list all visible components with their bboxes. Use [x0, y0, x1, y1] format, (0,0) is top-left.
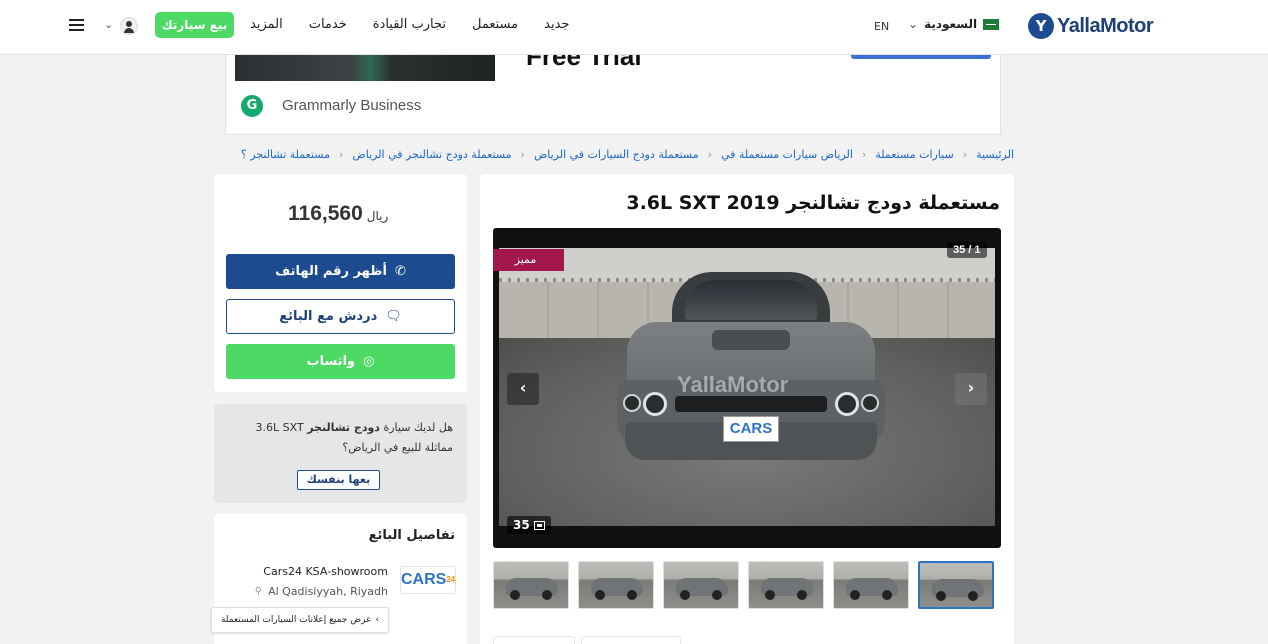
- user-chevron-icon[interactable]: ⌄: [104, 18, 113, 31]
- chat-icon: 🗨: [385, 309, 402, 324]
- nav-more[interactable]: المزيد: [250, 17, 283, 32]
- sell-text-model: دودج تشالنجر: [307, 421, 380, 434]
- chevron-down-icon: ⌄: [908, 17, 919, 31]
- breadcrumb-current[interactable]: مستعملة تشالنجر ؟: [241, 148, 330, 161]
- logo-text: YallaMotor: [1057, 14, 1154, 37]
- show-phone-button[interactable]: أظهر رقم الهاتف ✆: [226, 254, 455, 289]
- breadcrumb: الرئيسية ‹ سيارات مستعملة ‹ الرياض سيارات …: [241, 148, 1014, 161]
- breadcrumb-separator-icon: ‹: [339, 148, 344, 161]
- logo-mark-icon: Y: [1028, 13, 1054, 39]
- featured-badge: مميز: [493, 249, 564, 271]
- gallery-icon: [533, 520, 545, 530]
- thumbnail[interactable]: [663, 561, 739, 609]
- breadcrumb-separator-icon: ‹: [707, 148, 712, 161]
- thumbnail[interactable]: [833, 561, 909, 609]
- thumbnail[interactable]: [748, 561, 824, 609]
- sell-your-car-button[interactable]: بيع سيارتك: [155, 12, 234, 38]
- thumbnail[interactable]: [578, 561, 654, 609]
- language-switch[interactable]: EN: [874, 20, 889, 33]
- nav-services[interactable]: خدمات: [309, 17, 347, 32]
- photo-gallery[interactable]: CARS YallaMotor 35 / 1 مميز ‹ › 35: [493, 228, 1001, 548]
- whatsapp-label: واتساب: [306, 354, 356, 369]
- view-all-listings-button[interactable]: عرض جميع إعلانات السيارات المستعملة ‹: [211, 607, 389, 633]
- photo-watermark: YallaMotor: [677, 372, 789, 397]
- seller-details-title: تفاصيل البائع: [368, 528, 455, 543]
- breadcrumb-separator-icon: ‹: [520, 148, 525, 161]
- license-plate: CARS: [723, 416, 779, 442]
- thumbnail-active[interactable]: [918, 561, 994, 609]
- breadcrumb-separator-icon: ‹: [962, 148, 968, 161]
- ad-brand: Grammarly Business: [282, 97, 422, 114]
- listing-card: مستعملة دودج تشالنجر 2019 3.6L SXT CARS …: [480, 174, 1014, 644]
- seller-details-card: تفاصيل البائع CARS24 Cars24 KSA-showroom…: [211, 514, 467, 644]
- seller-location-text: Al Qadisiyyah, Riyadh: [268, 585, 388, 598]
- photo-count-value: 35: [513, 518, 530, 532]
- spec-tabs-peek: [493, 636, 681, 644]
- yallamotor-logo[interactable]: Y YallaMotor: [1028, 13, 1154, 39]
- price-value: 116,560: [288, 202, 363, 225]
- chat-seller-label: دردش مع البائع: [279, 309, 378, 324]
- phone-icon: ✆: [394, 264, 406, 279]
- view-all-label: عرض جميع إعلانات السيارات المستعملة: [220, 615, 372, 625]
- chevron-left-icon: ‹: [375, 615, 380, 625]
- listing-title: مستعملة دودج تشالنجر 2019 3.6L SXT: [626, 192, 1000, 214]
- breadcrumb-challenger[interactable]: مستعملة دودج تشالنجر في الرياض: [352, 148, 511, 161]
- nav-used[interactable]: مستعمل: [472, 17, 518, 32]
- sell-similar-text: هل لديك سيارة دودج تشالنجر 3.6L SXT مماث…: [225, 418, 453, 458]
- show-phone-label: أظهر رقم الهاتف: [275, 264, 387, 279]
- spec-tab[interactable]: [493, 636, 575, 644]
- next-photo-arrow-icon[interactable]: ›: [955, 373, 987, 405]
- country-selector[interactable]: ⌄ السعودية: [908, 17, 1000, 31]
- main-nav: جديد مستعمل تجارب القيادة خدمات المزيد: [250, 17, 569, 32]
- nav-test-drives[interactable]: تجارب القيادة: [373, 17, 446, 32]
- main-car-photo[interactable]: CARS YallaMotor: [499, 248, 995, 526]
- sell-yourself-button[interactable]: بعها بنفسك: [297, 470, 380, 490]
- spec-tab[interactable]: [581, 636, 681, 644]
- whatsapp-icon: ◎: [363, 354, 375, 369]
- whatsapp-button[interactable]: واتساب ◎: [226, 344, 455, 379]
- advertisement[interactable]: Free Trial G Grammarly Business: [225, 41, 1001, 135]
- ad-image: [235, 55, 495, 81]
- seller-logo[interactable]: CARS24: [400, 566, 456, 594]
- previous-photo-arrow-icon[interactable]: ‹: [507, 373, 539, 405]
- nav-new[interactable]: جديد: [544, 17, 569, 32]
- thumbnail[interactable]: [493, 561, 569, 609]
- price-card: 116,560 ريال أظهر رقم الهاتف ✆ دردش مع ا…: [214, 174, 467, 392]
- seller-logo-text: CARS: [401, 571, 447, 588]
- seller-logo-sup: 24: [446, 575, 456, 584]
- breadcrumb-home[interactable]: الرئيسية: [976, 148, 1014, 161]
- top-header: Y YallaMotor ⌄ السعودية EN جديد مستعمل ت…: [0, 0, 1268, 55]
- user-icon[interactable]: [120, 17, 138, 35]
- photo-counter: 35 / 1: [947, 242, 987, 258]
- sell-text-part: هل لديك سيارة: [379, 421, 453, 434]
- thumbnail-strip: [493, 561, 1001, 613]
- breadcrumb-dodge[interactable]: مستعملة دودج السيارات في الرياض: [534, 148, 699, 161]
- hamburger-menu-icon[interactable]: [69, 19, 84, 31]
- chat-seller-button[interactable]: دردش مع البائع 🗨: [226, 299, 455, 334]
- saudi-flag-icon: [983, 18, 1000, 30]
- breadcrumb-separator-icon: ‹: [861, 148, 867, 161]
- breadcrumb-riyadh[interactable]: الرياض سيارات مستعملة في: [721, 148, 853, 161]
- seller-name[interactable]: Cars24 KSA-showroom: [263, 565, 388, 578]
- ad-cta-button[interactable]: [851, 55, 991, 59]
- photo-count-button[interactable]: 35: [507, 516, 551, 534]
- country-label: السعودية: [924, 17, 978, 31]
- location-pin-icon: ⚲: [254, 586, 263, 597]
- breadcrumb-used-cars[interactable]: سيارات مستعملة: [875, 148, 953, 161]
- sell-similar-card: هل لديك سيارة دودج تشالنجر 3.6L SXT مماث…: [214, 404, 467, 503]
- price: 116,560 ريال: [288, 202, 392, 226]
- grammarly-logo-icon: G: [241, 95, 263, 117]
- seller-location: ⚲ Al Qadisiyyah, Riyadh: [255, 585, 388, 598]
- price-currency: ريال: [366, 209, 389, 223]
